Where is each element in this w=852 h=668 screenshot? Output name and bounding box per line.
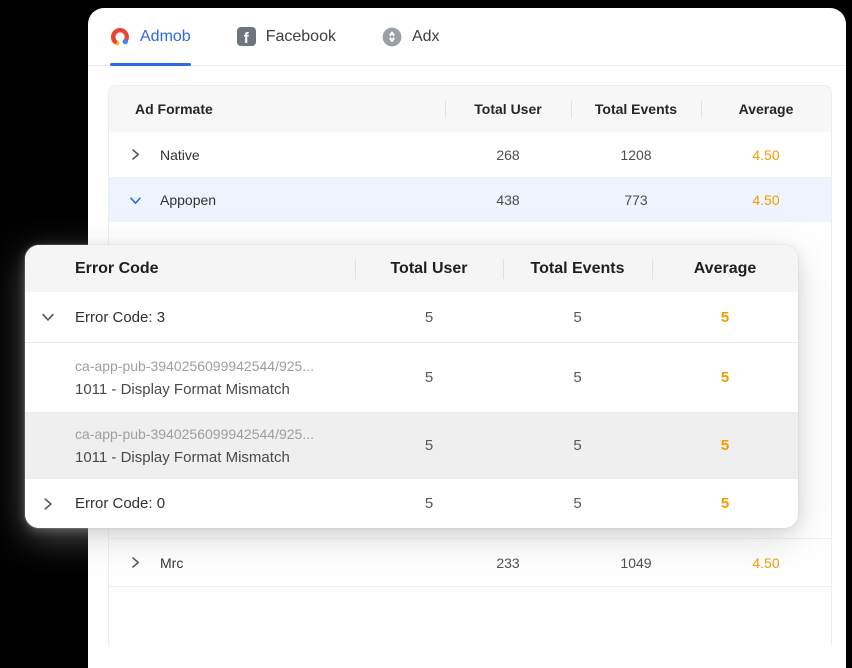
error-code-panel: Error Code Total User Total Events Avera… <box>25 245 798 528</box>
row-label: Appopen <box>160 192 217 208</box>
col-ad-formate: Ad Formate <box>135 101 213 117</box>
network-tab-bar: Admob f Facebook Adx <box>88 8 846 66</box>
error-panel-header: Error Code Total User Total Events Avera… <box>25 245 798 292</box>
row-total-user: 438 <box>496 192 520 208</box>
chevron-down-icon[interactable] <box>41 310 55 324</box>
chevron-right-icon[interactable] <box>129 556 142 569</box>
row-label: Mrc <box>160 554 184 571</box>
row-total-events: 1049 <box>620 554 652 571</box>
error-row-group-3[interactable]: Error Code: 3 5 5 5 <box>25 292 798 342</box>
chevron-right-icon[interactable] <box>41 497 55 511</box>
row-total-events: 773 <box>624 192 648 208</box>
row-total-events: 5 <box>573 495 582 512</box>
tab-facebook-label: Facebook <box>265 27 336 45</box>
error-row-detail-1[interactable]: ca-app-pub-3940256099942544/925... 1011 … <box>25 342 798 412</box>
row-total-events: 5 <box>573 437 582 454</box>
table-row-mrc[interactable]: Mrc 233 1049 4.50 <box>109 538 831 586</box>
row-average: 5 <box>720 369 730 386</box>
row-average: 4.50 <box>752 192 780 208</box>
col-total-events: Total Events <box>571 86 701 132</box>
error-group-label: Error Code: 3 <box>75 308 166 326</box>
col-error-code: Error Code <box>75 259 159 277</box>
tab-admob-label: Admob <box>140 27 191 45</box>
row-average: 5 <box>720 308 730 326</box>
row-total-events: 1208 <box>620 146 652 163</box>
row-average: 5 <box>720 437 730 454</box>
col-total-user: Total User <box>445 86 571 132</box>
row-average: 4.50 <box>752 554 780 571</box>
chevron-down-icon[interactable] <box>129 194 142 207</box>
chevron-right-icon[interactable] <box>129 148 142 161</box>
error-description: 1011 - Display Format Mismatch <box>75 448 290 466</box>
row-total-events: 5 <box>573 308 582 326</box>
ad-unit-id: ca-app-pub-3940256099942544/925... <box>75 425 314 442</box>
error-row-group-0[interactable]: Error Code: 0 5 5 5 <box>25 478 798 528</box>
row-label: Native <box>160 146 200 163</box>
col-total-events: Total Events <box>503 245 652 292</box>
admob-logo-icon <box>110 27 130 47</box>
table-row-partial <box>109 586 831 646</box>
col-average: Average <box>701 86 831 132</box>
row-total-user: 5 <box>424 308 434 326</box>
row-total-user: 5 <box>424 369 434 386</box>
col-average: Average <box>652 245 798 292</box>
col-total-user: Total User <box>355 245 503 292</box>
error-group-label: Error Code: 0 <box>75 495 166 512</box>
row-total-events: 5 <box>573 369 582 386</box>
ad-format-table-header: Ad Formate Total User Total Events Avera… <box>109 86 831 132</box>
error-description: 1011 - Display Format Mismatch <box>75 380 290 398</box>
adx-logo-icon <box>382 27 402 47</box>
tab-admob[interactable]: Admob <box>110 8 191 66</box>
tab-facebook[interactable]: f Facebook <box>236 8 336 65</box>
error-row-detail-2[interactable]: ca-app-pub-3940256099942544/925... 1011 … <box>25 412 798 478</box>
row-total-user: 233 <box>496 554 520 571</box>
tab-adx[interactable]: Adx <box>382 8 440 65</box>
ad-unit-id: ca-app-pub-3940256099942544/925... <box>75 357 314 374</box>
row-total-user: 5 <box>424 495 434 512</box>
facebook-logo-icon: f <box>236 27 256 46</box>
row-total-user: 268 <box>496 146 520 163</box>
row-average: 5 <box>720 495 730 512</box>
row-total-user: 5 <box>424 437 434 454</box>
table-row-native[interactable]: Native 268 1208 4.50 <box>109 132 831 177</box>
table-row-appopen[interactable]: Appopen 438 773 4.50 <box>109 177 831 222</box>
row-average: 4.50 <box>752 146 780 163</box>
tab-adx-label: Adx <box>411 27 440 45</box>
